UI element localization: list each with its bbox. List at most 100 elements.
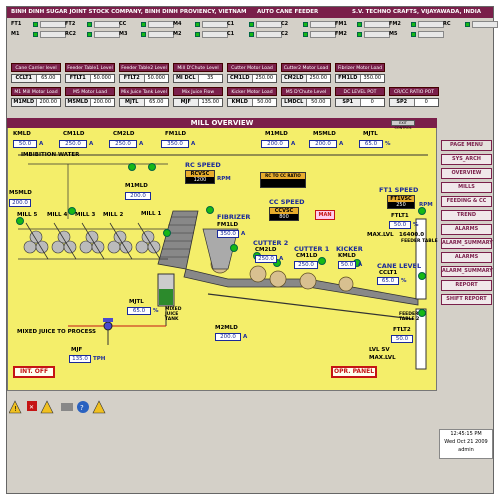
motor-indicator[interactable]: M2: [173, 30, 228, 38]
menu-button[interactable]: MILLS: [441, 182, 492, 193]
mill-title: MILL OVERVIEW: [190, 119, 254, 127]
metric-value: 65.00: [149, 99, 164, 105]
metric-title[interactable]: M5 D'Chute Level: [281, 87, 331, 96]
metric-title[interactable]: Cutter2 Motor Load: [281, 63, 331, 72]
fibrizer-tag: FM1LD: [217, 222, 239, 228]
metric-title[interactable]: Kicker Motor Load: [227, 87, 277, 96]
metric-title[interactable]: Feeder Table1 Level: [65, 63, 115, 72]
motor-indicator[interactable]: FM1: [335, 20, 390, 28]
cm1ld-value: 250.0: [59, 140, 87, 148]
menu-button[interactable]: SHIFT REPORT: [441, 294, 492, 305]
rc-speed-unit: RPM: [217, 176, 231, 182]
metric-title[interactable]: Cane Carrier level: [11, 63, 61, 72]
status-led: [141, 31, 146, 37]
motor-indicator[interactable]: C2: [281, 20, 336, 28]
metric-value-box: FM1LD 350.00: [335, 74, 385, 83]
metric-value-box: CM1LD 250.00: [227, 74, 277, 83]
m1mld-label: M1MLD: [265, 131, 288, 137]
int-off-button[interactable]: INT. OFF: [13, 366, 55, 378]
motor-led: [163, 229, 171, 237]
max-lvl-label: MAX.LVL: [367, 232, 394, 238]
motor-indicator[interactable]: M5: [389, 30, 444, 38]
metric-value: 0: [424, 99, 428, 105]
cane-level-tag: CCLT1: [379, 270, 398, 276]
metric-tag: SP1: [336, 99, 361, 106]
motor-led: [148, 163, 156, 171]
motor-indicator[interactable]: FT1: [11, 20, 66, 28]
metric-title[interactable]: Mill D'Chute Level: [173, 63, 223, 72]
mute-icon: ✕: [27, 401, 37, 411]
ft1-max-value: 16400.0: [399, 232, 425, 238]
menu-button[interactable]: SYS_ARCH: [441, 154, 492, 165]
menu-button[interactable]: TREND: [441, 210, 492, 221]
metric-title[interactable]: M1 Mill Motor Load: [11, 87, 61, 96]
m1mld-unit: A: [291, 141, 296, 147]
metric-tag: M5MLD: [66, 99, 91, 106]
motor-indicator[interactable]: CC: [119, 20, 174, 28]
alarm-icon: !: [9, 400, 22, 414]
menu-button[interactable]: OVERVIEW: [441, 168, 492, 179]
status-led: [33, 21, 38, 27]
metric-value: 135.00: [201, 99, 220, 105]
cane-level-title: CANE LEVEL: [377, 262, 422, 270]
man-button[interactable]: MAN: [315, 210, 335, 220]
metric-tag: M1MLD: [12, 99, 37, 106]
opr-panel-button[interactable]: OPR. PANEL: [331, 366, 377, 378]
motor-indicator[interactable]: RC2: [65, 30, 120, 38]
motor-indicator[interactable]: M3: [119, 30, 174, 38]
ftlt1-value: 50.0: [389, 221, 411, 229]
metric-tag: MI DCL: [174, 75, 199, 82]
company-title: BINH DINH SUGAR JOINT STOCK COMPANY, BIN…: [11, 9, 247, 15]
menu-button[interactable]: ALARMS: [441, 252, 492, 263]
menu-button[interactable]: ALARM_SUMMARY: [441, 238, 493, 249]
metric-title[interactable]: Mix Juice Tank Level: [119, 87, 169, 96]
motor-indicator[interactable]: FM2: [335, 30, 390, 38]
menu-button[interactable]: ALARM_SUMMARY: [441, 266, 493, 277]
mjtl-value: 65.0: [359, 140, 383, 148]
indicator-label: FT1: [11, 21, 22, 27]
metric-title[interactable]: M5 Motor Load: [65, 87, 115, 96]
indicator-box: [364, 20, 390, 28]
status-led: [249, 31, 254, 37]
metric-title[interactable]: Mix Juice Flow: [173, 87, 223, 96]
mill-1-label: MILL 1: [141, 211, 162, 217]
m5mld-label: M5MLD: [313, 131, 336, 137]
motor-indicator[interactable]: M4: [173, 20, 228, 28]
exit-control-button[interactable]: EXIT CONTROL: [391, 120, 415, 130]
rc-speed-title: RC SPEED: [185, 161, 221, 169]
motor-indicator[interactable]: C2: [281, 30, 336, 38]
metric-value-box: SP2 0: [389, 98, 439, 107]
kicker-tag: KMLD: [338, 253, 356, 259]
metric-value: 50.00: [257, 99, 272, 105]
metric-title[interactable]: Feeder Table2 Level: [119, 63, 169, 72]
indicator-box: [256, 20, 282, 28]
system-title: AUTO CANE FEEDER: [257, 9, 319, 15]
cane-level-unit: %: [401, 278, 407, 284]
feeder-table2-label: FEEDER TABLE 2: [399, 312, 420, 322]
motor-indicator[interactable]: FT2: [65, 20, 120, 28]
kicker-value: 50.0: [338, 261, 356, 269]
menu-button[interactable]: ALARMS: [441, 224, 492, 235]
motor-led: [230, 244, 238, 252]
rc-cc-ratio-box: RC TO CC RATIO: [260, 172, 306, 188]
motor-indicator[interactable]: C1: [227, 20, 282, 28]
motor-indicator[interactable]: M1: [11, 30, 66, 38]
metric-title[interactable]: DC LEVEL POT: [335, 87, 385, 96]
status-led: [87, 21, 92, 27]
mjtl-mid-unit: %: [153, 308, 159, 314]
menu-button[interactable]: REPORT: [441, 280, 492, 291]
indicator-label: FM2: [389, 21, 401, 27]
indicator-label: M3: [119, 31, 128, 37]
menu-button[interactable]: FEEDING & CC: [441, 196, 492, 207]
title-bar: BINH DINH SUGAR JOINT STOCK COMPANY, BIN…: [7, 7, 493, 18]
fibrizer-title: FIBRIZER: [217, 213, 251, 221]
metric-tag: KMLD: [228, 99, 253, 106]
motor-indicator[interactable]: FM2: [389, 20, 444, 28]
motor-indicator[interactable]: RC: [443, 20, 498, 28]
metric-title[interactable]: Fibrizer Motor Load: [335, 63, 385, 72]
metric-title[interactable]: CR/CC RATIO POT: [389, 87, 439, 96]
metric-value-box: FTLT2 50.000: [119, 74, 169, 83]
motor-indicator[interactable]: C1: [227, 30, 282, 38]
metric-title[interactable]: Cutter Motor Load: [227, 63, 277, 72]
cutter1-title: CUTTER 1: [294, 245, 330, 253]
